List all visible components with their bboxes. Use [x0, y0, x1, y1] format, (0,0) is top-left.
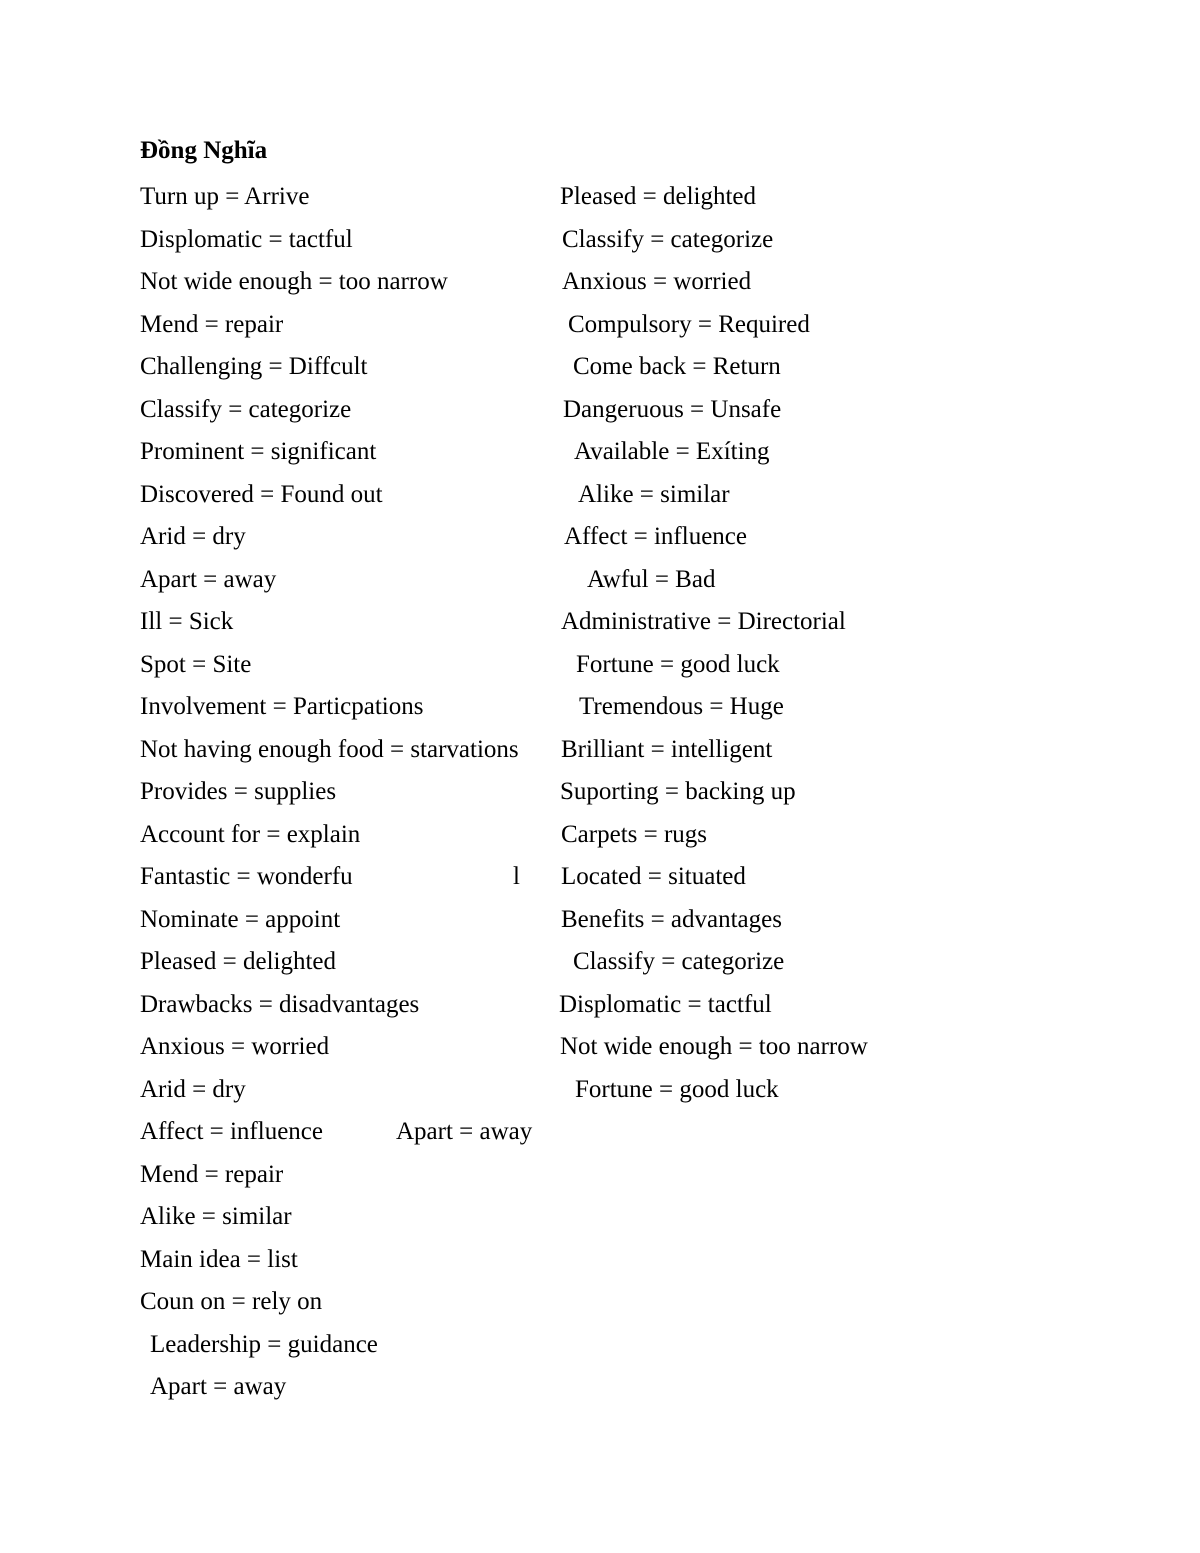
synonym-entry: Drawbacks = disadvantages [140, 991, 420, 1018]
synonym-entry: Spot = Site [140, 651, 252, 678]
synonym-entry: Suporting = backing up [560, 778, 796, 805]
synonym-entry: Alike = similar [578, 481, 730, 508]
synonym-entry: Classify = categorize [562, 226, 774, 253]
synonym-entry: Not wide enough = too narrow [560, 1033, 868, 1060]
inline-text-fragment: Apart = away [396, 1118, 533, 1145]
synonym-entry: Anxious = worried [562, 268, 752, 295]
synonym-entry: Affect = influence [140, 1118, 323, 1145]
synonym-entry: Affect = influence [564, 523, 747, 550]
synonym-entry: Available = Exíting [574, 438, 770, 465]
synonym-entry: Displomatic = tactful [559, 991, 772, 1018]
synonym-entry: Carpets = rugs [561, 821, 708, 848]
page-title: Đồng Nghĩa [140, 137, 268, 164]
synonym-entry: Turn up = Arrive [140, 183, 310, 210]
synonym-entry: Fantastic = wonderfu [140, 863, 353, 890]
synonym-entry: Mend = repair [140, 1161, 284, 1188]
synonym-entry: Nominate = appoint [140, 906, 341, 933]
synonym-entry: Challenging = Diffcult [140, 353, 368, 380]
synonym-entry: Leadership = guidance [150, 1331, 378, 1358]
synonym-entry: Brilliant = intelligent [561, 736, 773, 763]
synonym-entry: Awful = Bad [587, 566, 716, 593]
synonym-entry: Not wide enough = too narrow [140, 268, 448, 295]
synonym-entry: Provides = supplies [140, 778, 337, 805]
synonym-entry: Fortune = good luck [576, 651, 780, 678]
synonym-entry: Administrative = Directorial [561, 608, 846, 635]
synonym-entry: Anxious = worried [140, 1033, 330, 1060]
synonym-entry: Compulsory = Required [568, 311, 810, 338]
synonym-entry: Located = situated [561, 863, 746, 890]
synonym-entry: Apart = away [140, 566, 277, 593]
synonym-entry: Apart = away [150, 1373, 287, 1400]
document-page: Đồng Nghĩa Turn up = Arrive Displomatic =… [0, 0, 1200, 1553]
inline-text-fragment: l [513, 863, 520, 890]
synonym-entry: Discovered = Found out [140, 481, 383, 508]
synonym-entry: Not having enough food = starvations [140, 736, 519, 763]
synonym-entry: Come back = Return [573, 353, 781, 380]
synonym-entry: Tremendous = Huge [579, 693, 784, 720]
synonym-entry: Main idea = list [140, 1246, 298, 1273]
synonym-entry: Benefits = advantages [561, 906, 782, 933]
synonym-entry: Displomatic = tactful [140, 226, 353, 253]
synonym-entry: Pleased = delighted [560, 183, 756, 210]
synonym-entry: Arid = dry [140, 523, 246, 550]
synonym-entry: Classify = categorize [573, 948, 785, 975]
synonym-entry: Fortune = good luck [575, 1076, 779, 1103]
synonym-entry: Pleased = delighted [140, 948, 336, 975]
synonym-entry: Prominent = significant [140, 438, 377, 465]
synonym-entry: Classify = categorize [140, 396, 352, 423]
synonym-entry: Alike = similar [140, 1203, 292, 1230]
synonym-entry: Dangeruous = Unsafe [563, 396, 782, 423]
synonym-entry: Account for = explain [140, 821, 361, 848]
synonym-entry: Involvement = Particpations [140, 693, 424, 720]
synonym-entry: Arid = dry [140, 1076, 246, 1103]
synonym-entry: Coun on = rely on [140, 1288, 323, 1315]
synonym-entry: Ill = Sick [140, 608, 234, 635]
synonym-entry: Mend = repair [140, 311, 284, 338]
